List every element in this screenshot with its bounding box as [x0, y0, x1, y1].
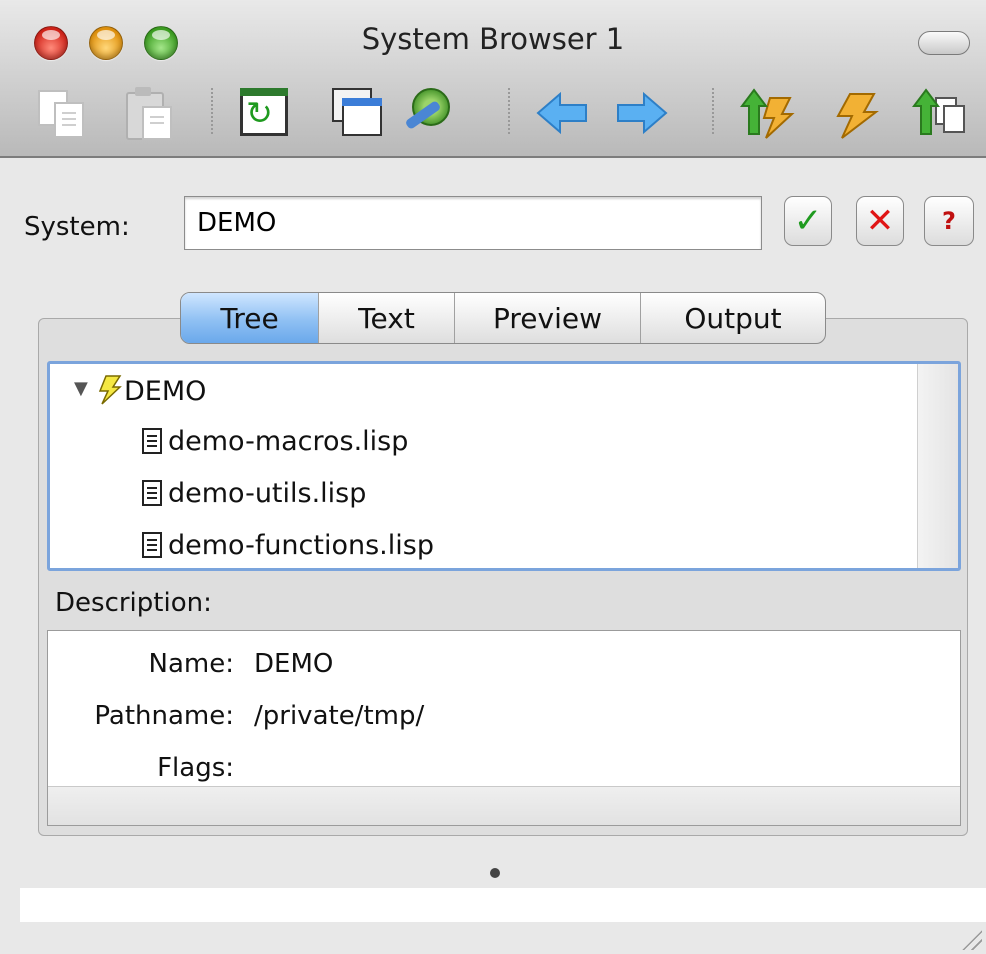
toolbar-separator [211, 88, 213, 134]
pathname-key: Pathname: [94, 701, 234, 731]
resize-grip-icon[interactable] [960, 928, 982, 950]
copy-icon[interactable] [34, 84, 92, 142]
description-footer [48, 786, 960, 825]
paste-icon[interactable] [120, 84, 178, 142]
name-value: DEMO [254, 649, 334, 679]
system-icon[interactable] [826, 84, 884, 142]
back-arrow-icon[interactable] [534, 84, 592, 142]
file-name: demo-utils.lisp [168, 478, 367, 509]
disclosure-triangle-icon[interactable]: ▼ [74, 378, 88, 399]
pane-splitter-handle[interactable] [490, 868, 500, 878]
tab-tree[interactable]: Tree [181, 293, 319, 343]
tab-output[interactable]: Output [641, 293, 825, 343]
settings-tool-icon[interactable] [398, 84, 456, 142]
close-icon: ✕ [865, 201, 895, 241]
tree-root-label[interactable]: DEMO [124, 376, 206, 407]
tab-text[interactable]: Text [319, 293, 455, 343]
tree-file-item[interactable]: demo-utils.lisp [142, 478, 366, 509]
system-lightning-icon [98, 374, 122, 410]
checkmark-icon: ✓ [793, 201, 823, 241]
pathname-value: /private/tmp/ [254, 701, 425, 731]
flags-key: Flags: [157, 753, 234, 783]
window-chrome: System Browser 1 ↻ [0, 0, 986, 158]
tab-bar: Tree Text Preview Output [180, 292, 826, 344]
system-input[interactable] [184, 196, 762, 250]
refresh-icon[interactable]: ↻ [236, 84, 294, 142]
name-key: Name: [148, 649, 234, 679]
help-icon: ? [942, 207, 956, 235]
system-up-icon[interactable] [740, 84, 798, 142]
file-icon [142, 428, 162, 454]
load-up-icon[interactable] [912, 84, 970, 142]
system-label: System: [24, 212, 130, 242]
toolbar-toggle-button[interactable] [918, 31, 970, 55]
status-bar [20, 888, 986, 922]
forward-arrow-icon[interactable] [612, 84, 670, 142]
help-button[interactable]: ? [924, 196, 974, 246]
toolbar-separator [712, 88, 714, 134]
description-panel: Name: DEMO Pathname: /private/tmp/ Flags… [47, 630, 961, 826]
cancel-button[interactable]: ✕ [856, 196, 904, 246]
tree-scrollbar[interactable] [917, 364, 958, 568]
tree-file-item[interactable]: demo-macros.lisp [142, 426, 408, 457]
description-label: Description: [55, 588, 212, 618]
file-icon [142, 532, 162, 558]
tree-file-item[interactable]: demo-functions.lisp [142, 530, 434, 561]
system-tree[interactable]: ▼ DEMO demo-macros.lisp demo-utils.lisp … [47, 361, 961, 571]
accept-button[interactable]: ✓ [784, 196, 832, 246]
window-title: System Browser 1 [361, 22, 625, 56]
tab-preview[interactable]: Preview [455, 293, 641, 343]
new-window-icon[interactable] [328, 84, 386, 142]
file-icon [142, 480, 162, 506]
file-name: demo-macros.lisp [168, 426, 409, 457]
toolbar-separator [508, 88, 510, 134]
file-name: demo-functions.lisp [168, 530, 434, 561]
